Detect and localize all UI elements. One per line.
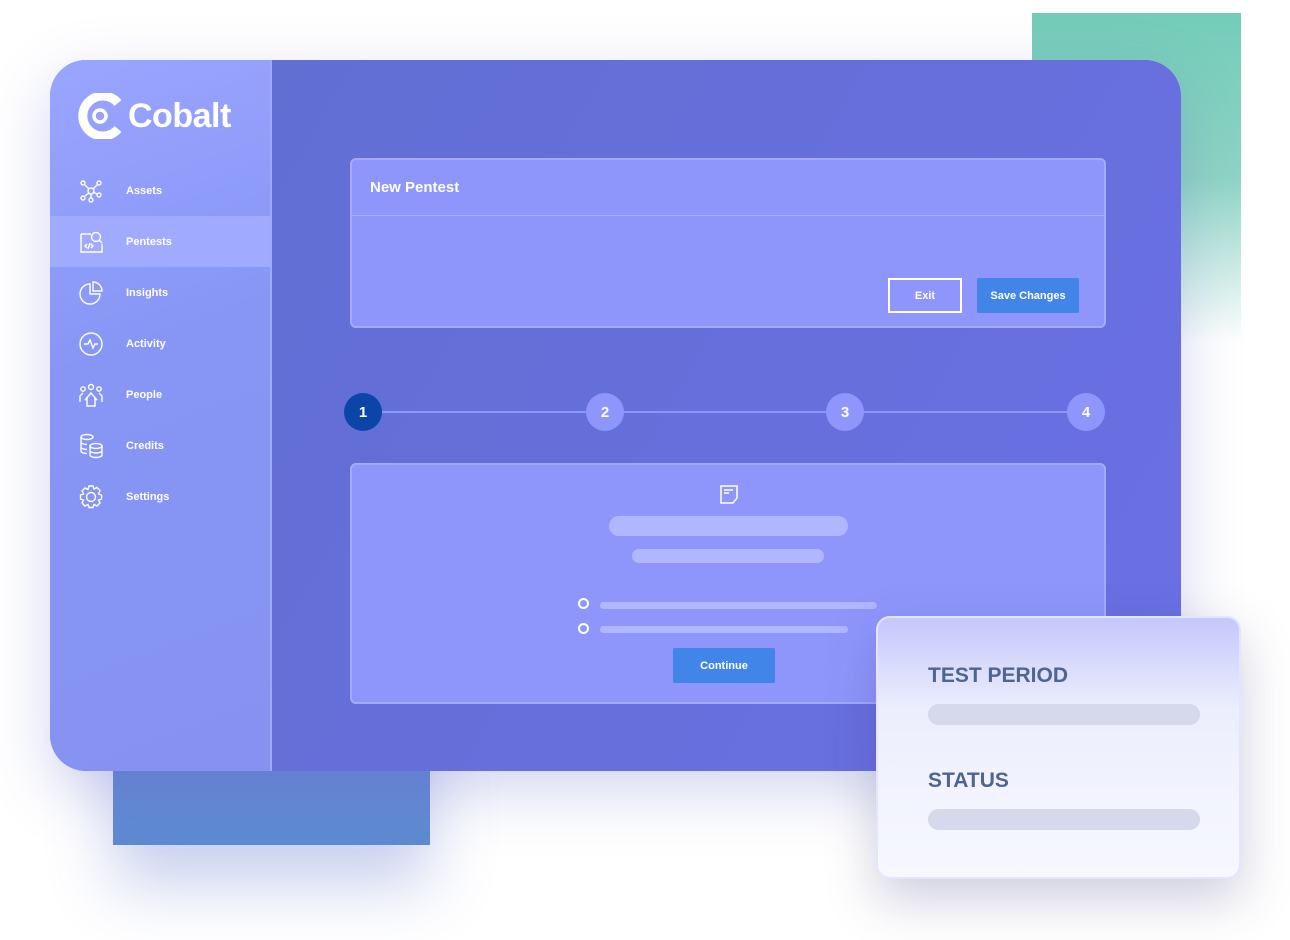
title-placeholder: [609, 516, 848, 536]
gear-icon: [79, 484, 103, 508]
sidebar-nav: Assets Pentests Insights Activity People…: [50, 165, 270, 522]
pulse-icon: [79, 331, 103, 356]
sidebar-item-label: People: [126, 388, 163, 401]
sidebar-item-label: Settings: [126, 490, 170, 503]
step-3[interactable]: 3: [826, 393, 864, 431]
sidebar-item-settings[interactable]: Settings: [50, 471, 270, 522]
sidebar-item-label: Activity: [126, 337, 166, 350]
continue-button[interactable]: Continue: [673, 648, 775, 683]
coins-icon: [80, 433, 103, 458]
status-label: STATUS: [928, 769, 1009, 792]
sidebar-item-label: Credits: [126, 439, 164, 452]
cobalt-logo-icon: [78, 93, 122, 139]
sidebar-item-insights[interactable]: Insights: [50, 267, 270, 318]
step-2[interactable]: 2: [586, 393, 624, 431]
test-period-placeholder: [928, 704, 1200, 725]
new-pentest-card: New Pentest Exit Save Changes: [350, 158, 1106, 328]
sidebar-item-label: Insights: [126, 286, 169, 299]
option-placeholder-1: [600, 602, 877, 609]
save-changes-button[interactable]: Save Changes: [977, 278, 1079, 313]
stepper-track: [380, 411, 1090, 413]
status-placeholder: [928, 809, 1200, 830]
exit-button[interactable]: Exit: [888, 278, 962, 313]
card-title: New Pentest: [352, 160, 1104, 216]
logo: Cobalt: [78, 93, 231, 139]
step-1[interactable]: 1: [344, 393, 382, 431]
sidebar: Cobalt Assets Pentests Insights Activity…: [50, 60, 272, 771]
sidebar-item-label: Assets: [126, 184, 163, 197]
people-icon: [79, 383, 103, 407]
sidebar-item-activity[interactable]: Activity: [50, 318, 270, 369]
option-radio-1[interactable]: [578, 598, 589, 609]
sidebar-item-assets[interactable]: Assets: [50, 165, 270, 216]
brand-name: Cobalt: [128, 96, 231, 135]
sidebar-item-credits[interactable]: Credits: [50, 420, 270, 471]
sidebar-item-pentests[interactable]: Pentests: [50, 216, 270, 267]
option-placeholder-2: [600, 626, 848, 633]
test-details-panel: TEST PERIOD STATUS: [876, 616, 1241, 879]
subtitle-placeholder: [632, 549, 824, 563]
test-period-label: TEST PERIOD: [928, 664, 1069, 687]
sidebar-item-label: Pentests: [126, 235, 172, 248]
network-icon: [80, 179, 102, 203]
document-icon: [720, 485, 738, 504]
option-radio-2[interactable]: [578, 623, 589, 634]
pie-chart-icon: [79, 280, 103, 305]
sidebar-item-people[interactable]: People: [50, 369, 270, 420]
step-4[interactable]: 4: [1067, 393, 1105, 431]
code-search-icon: [80, 231, 103, 253]
